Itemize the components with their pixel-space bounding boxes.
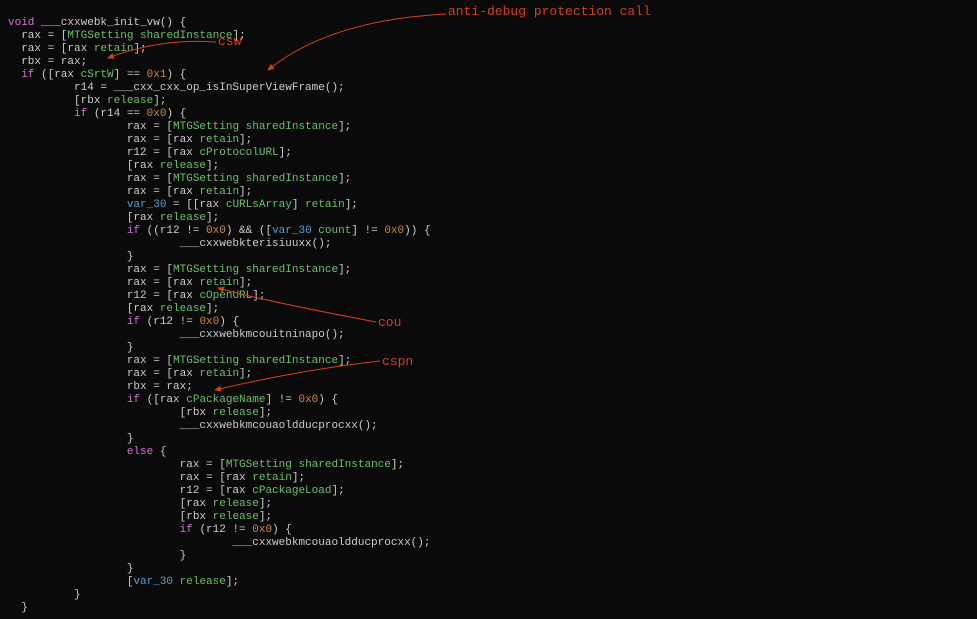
code-line: [var_30 release]; bbox=[8, 576, 239, 588]
code-line: [rax release]; bbox=[8, 160, 219, 172]
code-line: rax = [rax retain]; bbox=[8, 472, 305, 484]
code-line: [rax release]; bbox=[8, 212, 219, 224]
code-line: else { bbox=[8, 446, 166, 458]
code-line: ___cxxwebkmcouitninapo(); bbox=[8, 329, 345, 341]
code-line: ___cxxwebkmcouaoldducprocxx(); bbox=[8, 537, 430, 549]
code-line: } bbox=[8, 563, 133, 575]
code-line: rax = [MTGSetting sharedInstance]; bbox=[8, 173, 351, 185]
code-line: void ___cxxwebk_init_vw() { bbox=[8, 17, 186, 29]
code-line: if (r12 != 0x0) { bbox=[8, 316, 239, 328]
code-line: rax = [rax retain]; bbox=[8, 186, 252, 198]
code-line: r12 = [rax cPackageLoad]; bbox=[8, 485, 345, 497]
code-line: ___cxxwebkmcouaoldducprocxx(); bbox=[8, 420, 378, 432]
code-line: if ([rax cPackageName] != 0x0) { bbox=[8, 394, 338, 406]
code-line: rbx = rax; bbox=[8, 56, 87, 68]
code-line: rax = [MTGSetting sharedInstance]; bbox=[8, 355, 351, 367]
code-line: r14 = ___cxx_cxx_op_isInSuperViewFrame()… bbox=[8, 82, 345, 94]
code-line: } bbox=[8, 602, 28, 614]
code-line: [rbx release]; bbox=[8, 95, 166, 107]
code-line: rax = [MTGSetting sharedInstance]; bbox=[8, 264, 351, 276]
code-line: rax = [rax retain]; bbox=[8, 368, 252, 380]
code-line: } bbox=[8, 433, 133, 445]
code-line: } bbox=[8, 550, 186, 562]
code-line: var_30 = [[rax cURLsArray] retain]; bbox=[8, 199, 358, 211]
code-line: [rax release]; bbox=[8, 498, 272, 510]
code-line: ___cxxwebkterisiuuxx(); bbox=[8, 238, 331, 250]
code-line: rax = [MTGSetting sharedInstance]; bbox=[8, 121, 351, 133]
code-line: if ([rax cSrtW] == 0x1) { bbox=[8, 69, 186, 81]
code-line: if ((r12 != 0x0) && ([var_30 count] != 0… bbox=[8, 225, 431, 237]
code-line: rbx = rax; bbox=[8, 381, 193, 393]
keyword-void: void bbox=[8, 17, 34, 29]
code-line: if (r14 == 0x0) { bbox=[8, 108, 186, 120]
code-line: r12 = [rax cOpenURL]; bbox=[8, 290, 265, 302]
code-line: } bbox=[8, 342, 133, 354]
code-line: rax = [rax retain]; bbox=[8, 277, 252, 289]
code-line: [rbx release]; bbox=[8, 407, 272, 419]
code-line: [rax release]; bbox=[8, 303, 219, 315]
code-line: rax = [rax retain]; bbox=[8, 43, 147, 55]
code-line: } bbox=[8, 589, 81, 601]
code-line: rax = [MTGSetting sharedInstance]; bbox=[8, 459, 404, 471]
code-line: if (r12 != 0x0) { bbox=[8, 524, 292, 536]
decompiled-code-view: void ___cxxwebk_init_vw() { rax = [MTGSe… bbox=[0, 0, 977, 619]
code-line: [rbx release]; bbox=[8, 511, 272, 523]
code-line: r12 = [rax cProtocolURL]; bbox=[8, 147, 292, 159]
code-line: rax = [rax retain]; bbox=[8, 134, 252, 146]
code-line: } bbox=[8, 251, 133, 263]
code-line: rax = [MTGSetting sharedInstance]; bbox=[8, 30, 246, 42]
